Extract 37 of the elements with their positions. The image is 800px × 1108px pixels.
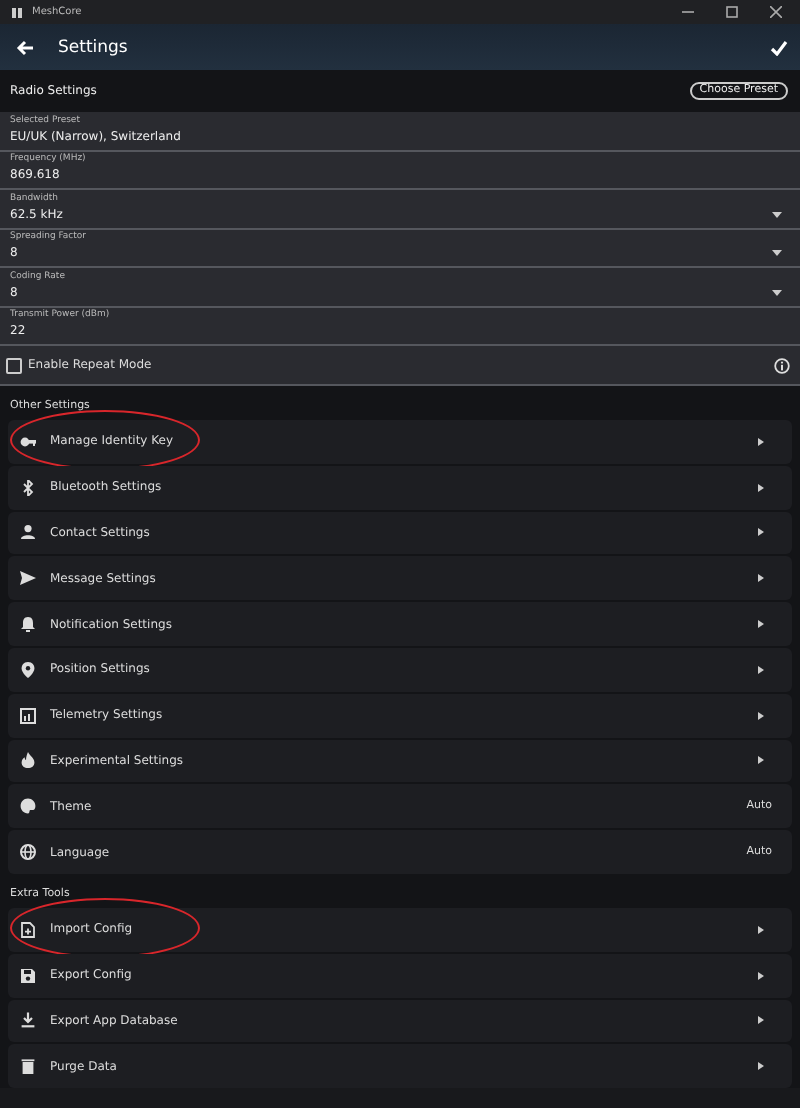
checkmark-icon[interactable] <box>770 39 788 55</box>
chevron-right-icon <box>758 620 764 629</box>
download-icon <box>20 1012 36 1029</box>
send-icon <box>20 570 36 587</box>
chevron-right-icon <box>758 1016 764 1025</box>
back-arrow-icon[interactable] <box>16 39 34 55</box>
dropdown-caret-icon <box>772 250 782 257</box>
location-pin-icon <box>20 661 36 678</box>
checkbox[interactable] <box>6 357 22 373</box>
info-icon[interactable] <box>774 357 790 373</box>
dropdown-caret-icon <box>772 211 782 218</box>
chart-icon <box>20 707 36 724</box>
chevron-right-icon <box>758 971 764 980</box>
maximize-icon[interactable] <box>726 6 738 18</box>
bluetooth-icon <box>20 479 36 496</box>
chevron-right-icon <box>758 711 764 720</box>
flame-icon <box>20 752 36 769</box>
chevron-right-icon <box>758 437 764 446</box>
file-plus-icon <box>20 921 36 938</box>
dropdown-caret-icon <box>772 289 782 296</box>
key-icon <box>20 433 36 450</box>
person-icon <box>20 524 36 541</box>
chevron-right-icon <box>758 665 764 674</box>
chevron-right-icon <box>758 483 764 492</box>
trash-icon <box>20 1058 36 1075</box>
chevron-right-icon <box>758 756 764 765</box>
globe-icon <box>20 844 36 861</box>
close-icon[interactable] <box>770 6 782 18</box>
chevron-right-icon <box>758 925 764 934</box>
page-title: Settings <box>58 37 128 57</box>
palette-icon <box>20 798 36 815</box>
minimize-icon[interactable] <box>682 6 694 18</box>
chevron-right-icon <box>758 574 764 583</box>
app-icon <box>12 7 24 17</box>
bell-icon <box>20 616 36 633</box>
chevron-right-icon <box>758 528 764 537</box>
chevron-right-icon <box>758 1062 764 1071</box>
